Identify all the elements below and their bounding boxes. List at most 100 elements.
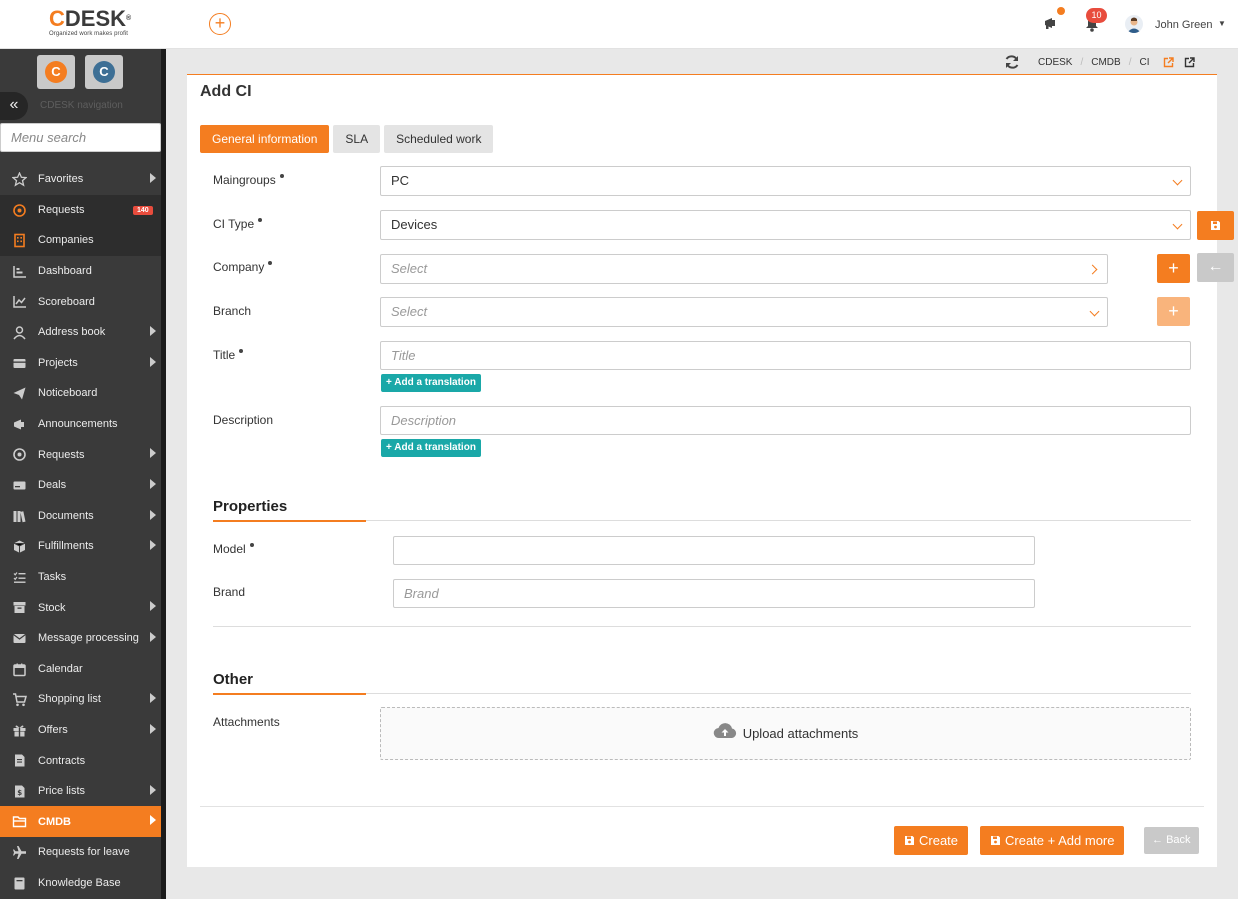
documents-icon bbox=[13, 510, 26, 522]
model-input[interactable] bbox=[393, 536, 1035, 565]
upload-attachments-dropzone[interactable]: Upload attachments bbox=[380, 707, 1191, 760]
sidebar-item-tasks[interactable]: Tasks bbox=[0, 562, 161, 593]
caret-right-icon bbox=[150, 356, 156, 367]
secondary-c-icon: C bbox=[93, 61, 115, 83]
required-dot bbox=[258, 218, 263, 222]
price-icon: $ bbox=[15, 785, 25, 798]
sidebar-item-requests[interactable]: Requests 140 bbox=[0, 194, 161, 226]
sidebar-item-projects[interactable]: Projects bbox=[0, 348, 161, 379]
tab-general-information[interactable]: General information bbox=[200, 125, 330, 153]
sidebar-item-label: Requests bbox=[38, 203, 85, 216]
sidebar-item-label: Knowledge Base bbox=[38, 876, 121, 889]
sidebar-item-announcements[interactable]: Announcements bbox=[0, 409, 161, 440]
collapse-sidebar-button[interactable]: « bbox=[0, 92, 28, 120]
sidebar-item-noticeboard[interactable]: Noticeboard bbox=[0, 378, 161, 409]
sidebar-item-offers[interactable]: Offers bbox=[0, 715, 161, 746]
sidebar-item-deals[interactable]: Deals bbox=[0, 470, 161, 501]
caret-right-icon bbox=[150, 784, 156, 795]
company-select[interactable]: Select bbox=[380, 254, 1108, 284]
tab-scheduled-work[interactable]: Scheduled work bbox=[384, 125, 494, 153]
menu-search-input[interactable]: Menu search bbox=[0, 123, 161, 152]
sidebar-item-calendar[interactable]: Calendar bbox=[0, 654, 161, 685]
sidebar-item-label: Companies bbox=[38, 234, 94, 247]
breadcrumb-cdesk[interactable]: CDESK bbox=[1038, 57, 1072, 68]
open-new-window-icon[interactable] bbox=[1184, 56, 1196, 68]
maingroups-label: Maingroups bbox=[213, 173, 284, 187]
sidebar-item-label: Fulfillments bbox=[38, 540, 94, 553]
create-button[interactable]: Create bbox=[894, 826, 969, 855]
maingroups-select[interactable]: PC bbox=[380, 166, 1191, 196]
branch-select[interactable]: Select bbox=[380, 297, 1108, 327]
arrow-left-icon: ← bbox=[1207, 258, 1224, 275]
add-title-translation-button[interactable]: + Add a translation bbox=[381, 374, 481, 392]
sidebar-item-cmdb[interactable]: CMDB bbox=[0, 806, 161, 838]
sidebar-item-stock[interactable]: Stock bbox=[0, 592, 161, 623]
cdesk-logo[interactable]: CDESK® Organized work makes profit bbox=[49, 8, 131, 38]
contract-icon bbox=[15, 754, 25, 767]
announcements-megaphone-icon[interactable] bbox=[1043, 15, 1059, 31]
sidebar-item-label: Tasks bbox=[38, 571, 67, 584]
chevron-down-icon bbox=[1172, 219, 1183, 230]
sidebar-item-knowledge-base[interactable]: Knowledge Base bbox=[0, 868, 161, 899]
add-description-translation-button[interactable]: + Add a translation bbox=[381, 439, 481, 457]
title-input[interactable]: Title bbox=[380, 341, 1191, 370]
sidebar-item-scoreboard[interactable]: Scoreboard bbox=[0, 286, 161, 317]
refresh-icon[interactable] bbox=[1004, 55, 1020, 69]
building-icon bbox=[14, 233, 25, 248]
add-company-button[interactable]: + bbox=[1157, 254, 1190, 283]
cart-icon bbox=[13, 693, 27, 707]
form-tabs: General information SLA Scheduled work bbox=[200, 125, 497, 153]
user-avatar[interactable] bbox=[1125, 15, 1143, 33]
description-input[interactable]: Description bbox=[380, 406, 1191, 435]
back-button[interactable]: ← Back bbox=[1144, 827, 1199, 854]
caret-right-icon bbox=[150, 693, 156, 704]
sidebar-item-label: Contracts bbox=[38, 754, 86, 767]
sidebar-item-requests-for-leave[interactable]: Requests for leave bbox=[0, 837, 161, 868]
breadcrumb-cmdb[interactable]: CMDB bbox=[1091, 57, 1120, 68]
open-external-orange-icon[interactable] bbox=[1163, 56, 1175, 68]
sidebar-item-requests[interactable]: Requests bbox=[0, 439, 161, 470]
quick-back-button[interactable]: ← bbox=[1197, 253, 1234, 282]
attachments-label: Attachments bbox=[213, 715, 280, 729]
caret-right-icon bbox=[150, 478, 156, 489]
cdesk-app-tile[interactable]: C bbox=[37, 55, 75, 89]
sidebar-item-label: CMDB bbox=[38, 815, 71, 828]
sidebar-item-documents[interactable]: Documents bbox=[0, 501, 161, 532]
dashboard-icon bbox=[13, 265, 26, 278]
box-icon bbox=[13, 540, 26, 553]
sidebar-item-label: Deals bbox=[38, 479, 67, 492]
sidebar-item-message-processing[interactable]: Message processing bbox=[0, 623, 161, 654]
sidebar-item-shopping-list[interactable]: Shopping list bbox=[0, 684, 161, 715]
quick-save-button[interactable] bbox=[1197, 211, 1234, 240]
breadcrumb: CDESK / CMDB / CI bbox=[1004, 55, 1196, 69]
sidebar-nav: Favorites Requests 140 Companies Dashboard Sc… bbox=[0, 164, 161, 898]
sidebar-item-fulfillments[interactable]: Fulfillments bbox=[0, 531, 161, 562]
user-menu-caret-icon[interactable]: ▼ bbox=[1218, 19, 1226, 28]
gift-icon bbox=[13, 725, 26, 737]
back-arrow-icon: ← bbox=[1152, 834, 1163, 846]
user-name[interactable]: John Green bbox=[1155, 19, 1212, 31]
sidebar-item-address-book[interactable]: Address book bbox=[0, 317, 161, 348]
brand-input[interactable]: Brand bbox=[393, 579, 1035, 608]
calendar-icon bbox=[13, 663, 26, 676]
notification-count-badge: 10 bbox=[1086, 8, 1107, 23]
sidebar-item-dashboard[interactable]: Dashboard bbox=[0, 256, 161, 287]
other-heading: Other bbox=[213, 671, 254, 688]
add-branch-button[interactable]: + bbox=[1157, 297, 1190, 326]
stock-icon bbox=[13, 602, 26, 614]
ci-type-select[interactable]: Devices bbox=[380, 210, 1191, 240]
top-bar: CDESK® Organized work makes profit + 10 … bbox=[0, 0, 1238, 49]
tab-sla[interactable]: SLA bbox=[333, 125, 381, 153]
create-add-more-button[interactable]: Create + Add more bbox=[980, 826, 1125, 855]
star-icon bbox=[12, 172, 27, 187]
caret-right-icon bbox=[150, 815, 156, 826]
sidebar-item-price-lists[interactable]: $ Price lists bbox=[0, 776, 161, 807]
quick-add-button[interactable]: + bbox=[209, 13, 231, 35]
sidebar-item-label: Price lists bbox=[38, 785, 86, 798]
required-dot bbox=[279, 174, 284, 178]
tasks-icon bbox=[13, 571, 26, 583]
sidebar-item-contracts[interactable]: Contracts bbox=[0, 745, 161, 776]
sidebar-item-companies[interactable]: Companies bbox=[0, 225, 161, 256]
secondary-app-tile[interactable]: C bbox=[85, 55, 123, 89]
sidebar-item-favorites[interactable]: Favorites bbox=[0, 164, 161, 195]
